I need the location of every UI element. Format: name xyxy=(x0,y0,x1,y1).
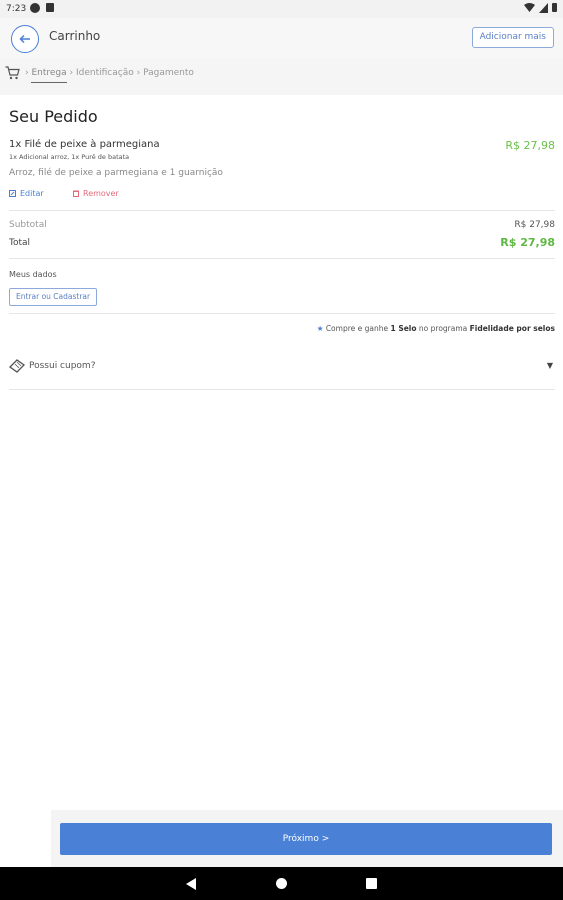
subtotal-value: R$ 27,98 xyxy=(514,220,555,230)
signal-icon xyxy=(539,3,548,13)
loyalty-promo: ★ Compre e ganhe 1 Selo no programa Fide… xyxy=(317,324,555,333)
checkout-steps: › Entrega › Identificação › Pagamento xyxy=(0,58,563,95)
total-label: Total xyxy=(9,238,31,248)
add-more-button[interactable]: Adicionar mais xyxy=(471,27,554,48)
status-system-icons xyxy=(524,3,557,13)
remove-item-button[interactable]: Remover xyxy=(73,189,119,198)
total-value: R$ 27,98 xyxy=(500,236,555,249)
my-data-label: Meus dados xyxy=(9,270,57,279)
loyalty-text-2: no programa xyxy=(416,324,470,333)
cart-icon xyxy=(5,66,20,80)
loyalty-program-name: Fidelidade por selos xyxy=(469,324,555,333)
order-heading: Seu Pedido xyxy=(9,107,98,126)
edit-item-button[interactable]: Editar xyxy=(9,189,44,198)
app-bar: Carrinho Adicionar mais xyxy=(0,18,563,59)
battery-icon xyxy=(552,3,557,12)
subtotal-label: Subtotal xyxy=(9,220,47,230)
nav-recents-icon[interactable] xyxy=(366,878,377,889)
item-name: 1x Filé de peixe à parmegiana xyxy=(9,139,160,150)
ticket-icon xyxy=(9,359,25,373)
page-title: Carrinho xyxy=(49,29,101,43)
step-pagamento[interactable]: Pagamento xyxy=(143,68,194,78)
nav-back-icon[interactable] xyxy=(186,878,196,890)
divider xyxy=(9,313,555,314)
star-icon: ★ xyxy=(316,324,324,333)
status-bar: 7:23 xyxy=(0,0,563,18)
divider xyxy=(9,258,555,259)
edit-icon xyxy=(9,190,16,197)
nav-home-icon[interactable] xyxy=(276,878,287,889)
loyalty-seal-count: 1 Selo xyxy=(390,324,417,333)
status-notification-icons xyxy=(30,3,54,13)
coupon-label: Possui cupom? xyxy=(29,361,96,371)
arrow-left-icon xyxy=(19,34,30,44)
status-time: 7:23 xyxy=(6,4,27,14)
login-register-button[interactable]: Entrar ou Cadastrar xyxy=(9,288,98,306)
remove-label: Remover xyxy=(83,189,119,198)
divider xyxy=(9,389,555,390)
step-breadcrumb: › Entrega › Identificação › Pagamento xyxy=(25,68,194,83)
system-nav-bar xyxy=(0,867,563,900)
next-button[interactable]: Próximo > xyxy=(60,823,552,855)
step-entrega[interactable]: Entrega xyxy=(31,68,67,83)
wifi-icon xyxy=(524,3,535,12)
sd-card-icon xyxy=(46,3,54,12)
coupon-toggle[interactable]: Possui cupom? xyxy=(9,359,95,373)
item-price: R$ 27,98 xyxy=(505,139,555,152)
back-button[interactable] xyxy=(11,25,39,53)
item-addons: 1x Adicional arroz, 1x Purê de batata xyxy=(9,153,130,161)
edit-label: Editar xyxy=(20,189,44,198)
divider xyxy=(9,210,555,211)
sync-icon xyxy=(30,3,40,13)
step-identificacao[interactable]: Identificação xyxy=(76,68,134,78)
item-description: Arroz, filé de peixe a parmegiana e 1 gu… xyxy=(9,168,223,178)
loyalty-text-1: Compre e ganhe xyxy=(325,324,391,333)
chevron-down-icon[interactable]: ▼ xyxy=(547,361,553,370)
trash-icon xyxy=(73,190,79,197)
